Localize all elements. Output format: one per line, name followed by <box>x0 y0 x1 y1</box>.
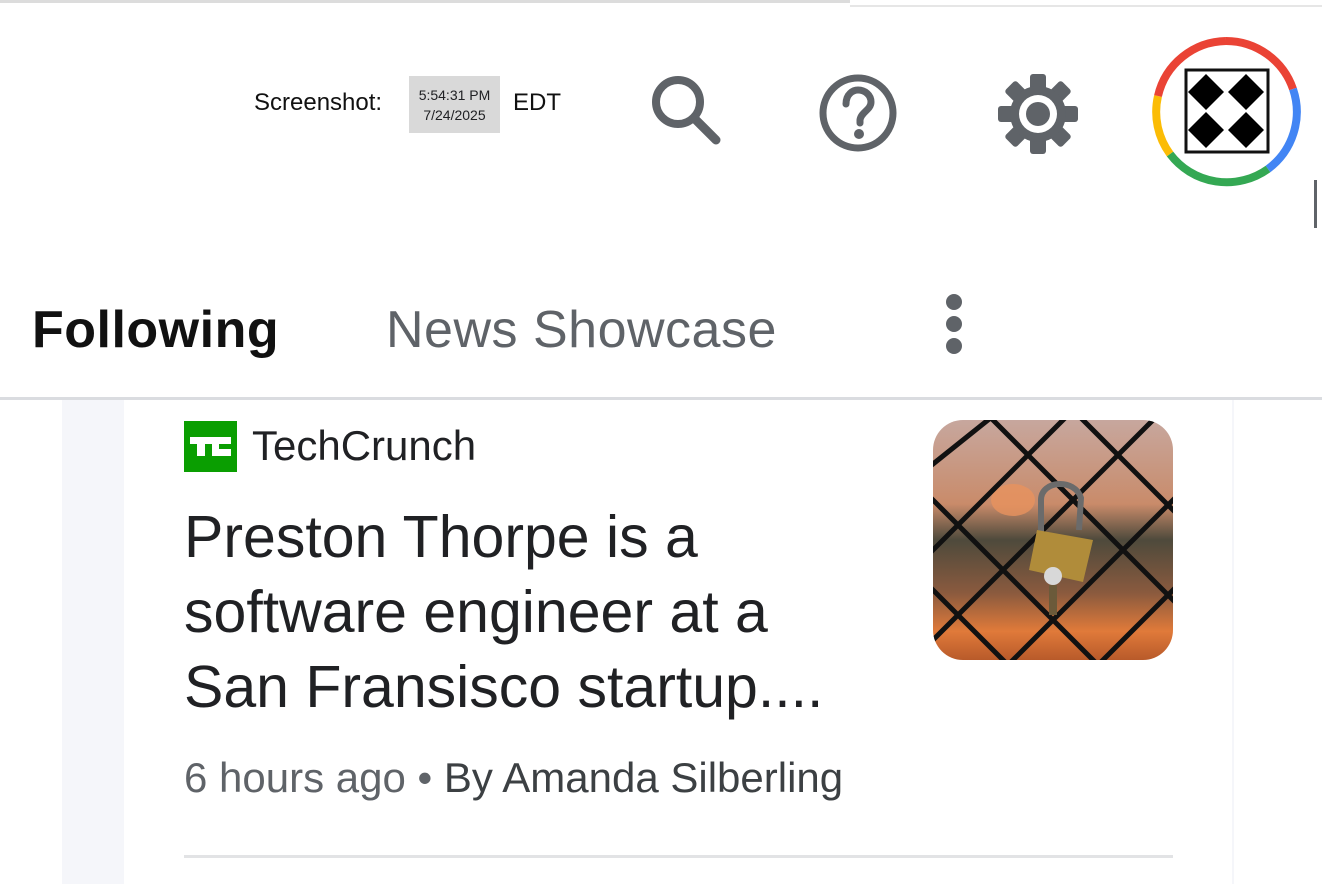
search-button[interactable] <box>646 70 726 150</box>
article-meta: 6 hours ago • By Amanda Silberling <box>184 754 843 802</box>
tab-news-showcase[interactable]: News Showcase <box>386 300 777 360</box>
source-row: TechCrunch <box>184 420 476 472</box>
screenshot-timestamp: 5:54:31 PM 7/24/2025 <box>409 76 500 133</box>
help-button[interactable] <box>815 70 901 156</box>
techcrunch-logo <box>184 420 237 472</box>
meta-separator: • <box>417 754 433 801</box>
search-icon <box>652 76 721 145</box>
article-card[interactable]: TechCrunch Preston Thorpe is a software … <box>124 400 1232 884</box>
more-options-button[interactable] <box>930 290 978 360</box>
tab-bar: Following News Showcase <box>0 270 1322 398</box>
screenshot-time: 5:54:31 PM <box>418 86 491 103</box>
app-header: Screenshot: 5:54:31 PM 7/24/2025 EDT <box>0 0 1322 260</box>
screenshot-date: 7/24/2025 <box>423 106 486 123</box>
settings-button[interactable] <box>994 70 1082 158</box>
article-time: 6 hours ago <box>184 754 406 801</box>
more-vert-icon <box>946 294 962 354</box>
source-name[interactable]: TechCrunch <box>252 422 476 470</box>
help-icon <box>819 74 897 152</box>
account-button[interactable] <box>1150 36 1302 188</box>
settings-icon <box>998 74 1078 154</box>
article-headline[interactable]: Preston Thorpe is a software engineer at… <box>184 500 884 725</box>
card-divider <box>184 855 1173 858</box>
screenshot-timezone: EDT <box>513 89 561 116</box>
padlock-on-fence-image <box>933 420 1173 660</box>
article-author: By Amanda Silberling <box>443 754 844 801</box>
article-thumbnail[interactable] <box>933 420 1173 660</box>
techcrunch-logo-icon <box>190 436 231 456</box>
scrollbar[interactable] <box>1314 180 1317 228</box>
tab-following[interactable]: Following <box>32 300 279 360</box>
account-avatar <box>1152 37 1301 187</box>
screenshot-label: Screenshot: <box>254 89 383 116</box>
